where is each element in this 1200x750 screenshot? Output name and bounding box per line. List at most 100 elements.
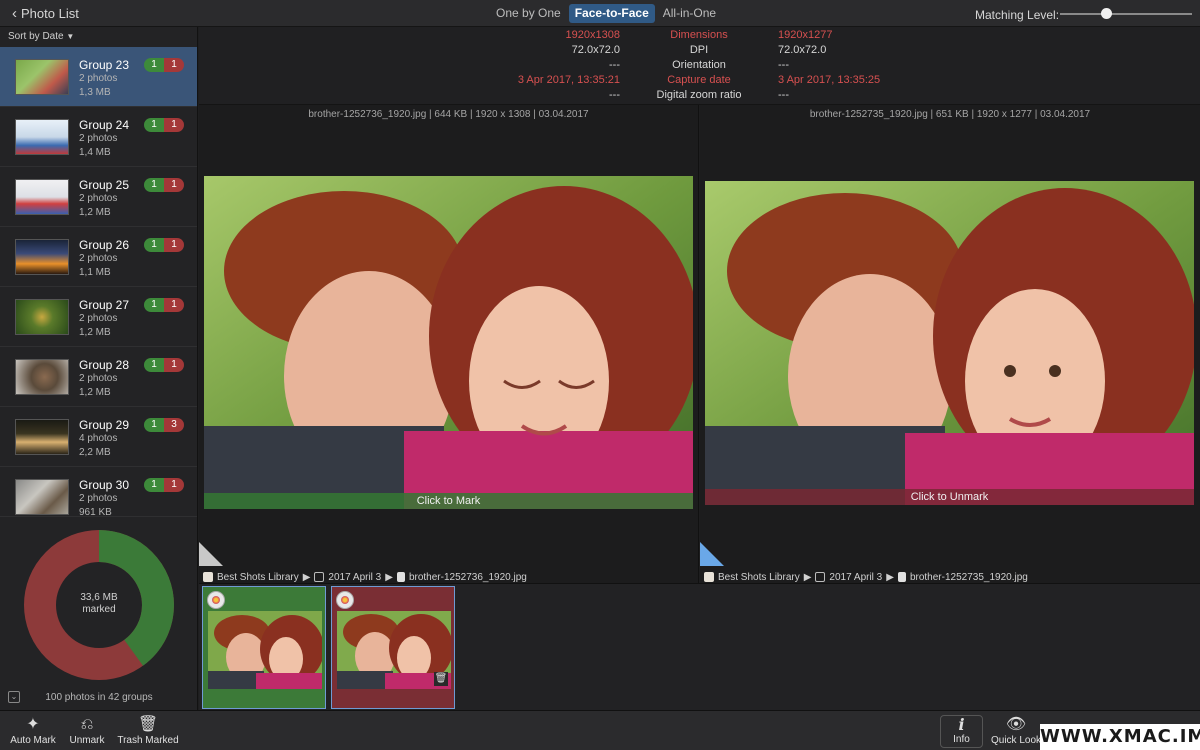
back-to-photo-list-button[interactable]: ‹ Photo List [12,6,79,22]
matching-level-slider[interactable] [1060,13,1192,15]
right-selection-corner-icon [700,542,724,566]
sort-dropdown[interactable]: Sort by Date ▼ [8,31,74,42]
group-item[interactable]: Group 23 2 photos 1,3 MB 1 1 [0,47,197,107]
group-photo-count: 2 photos [79,193,118,204]
group-size: 1,2 MB [79,387,111,398]
breadcrumb-library[interactable]: Best Shots Library [718,572,800,583]
marked-size-donut-chart: 33,6 MB marked [24,530,174,680]
mode-face-to-face[interactable]: Face-to-Face [568,4,655,23]
group-item[interactable]: Group 25 2 photos 1,2 MB 1 1 [0,167,197,227]
keep-count-badge: 1 [144,58,164,72]
auto-mark-button[interactable]: ✦ Auto Mark [10,715,56,746]
group-item[interactable]: Group 27 2 photos 1,2 MB 1 1 [0,287,197,347]
right-value: 72.0x72.0 [778,44,827,56]
left-selection-corner-icon [199,542,223,566]
unmark-label: Unmark [69,735,105,746]
group-photo-count: 2 photos [79,253,118,264]
folder-icon [314,572,325,582]
group-photo-count: 2 photos [79,313,118,324]
group-item[interactable]: Group 26 2 photos 1,1 MB 1 1 [0,227,197,287]
group-thumbnail [15,119,69,155]
photos-summary: 100 photos in 42 groups [45,692,153,703]
group-size: 1,4 MB [79,147,111,158]
donut-caption: marked [82,604,116,615]
trash-count-badge: 1 [164,58,184,72]
breadcrumb-arrow-icon: ▶ [302,571,311,583]
click-to-mark-button[interactable]: Click to Mark [204,493,693,509]
right-photo-pane: brother-1252735_1920.jpg | 651 KB | 1920… [700,105,1200,583]
comparison-info-panel: 1920x1308 Dimensions 1920x1277 72.0x72.0… [199,27,1200,105]
group-thumbnail [15,239,69,275]
breadcrumb-library[interactable]: Best Shots Library [217,572,299,583]
group-size: 961 KB [79,507,112,517]
mode-one-by-one[interactable]: One by One [490,4,567,23]
breadcrumb-arrow-icon: ▶ [803,571,812,583]
group-name: Group 23 [79,58,130,72]
breadcrumb-folder[interactable]: 2017 April 3 [328,572,381,583]
unmark-button[interactable]: ⎌ Unmark [68,715,106,746]
matching-level-slider-thumb[interactable] [1101,8,1113,19]
click-to-unmark-button[interactable]: Click to Unmark [705,489,1194,505]
group-item[interactable]: Group 29 4 photos 2,2 MB 1 3 [0,407,197,467]
photos-library-icon [207,591,225,609]
info-label: Orientation [672,59,726,71]
info-row: --- Digital zoom ratio --- [199,89,1200,104]
group-size: 1,3 MB [79,87,111,98]
group-item[interactable]: Group 28 2 photos 1,2 MB 1 1 [0,347,197,407]
group-size: 2,2 MB [79,447,111,458]
file-icon [897,572,906,582]
unmark-icon: ⎌ [80,716,94,733]
library-icon [203,572,213,582]
group-mark-badges: 1 1 [144,298,184,312]
group-name: Group 24 [79,118,130,132]
group-name: Group 25 [79,178,130,192]
info-row: 1920x1308 Dimensions 1920x1277 [199,29,1200,44]
breadcrumb-file[interactable]: brother-1252735_1920.jpg [910,572,1028,583]
photos-library-icon [336,591,354,609]
eye-icon: 👁 [1005,716,1027,733]
trash-icon[interactable]: 🗑 [434,672,448,686]
matching-level-label: Matching Level: [975,8,1060,22]
trash-count-badge: 1 [164,238,184,252]
trash-count-badge: 1 [164,478,184,492]
breadcrumb-arrow-icon: ▶ [385,571,393,583]
back-label: Photo List [21,6,79,21]
group-photo-count: 2 photos [79,373,118,384]
donut-center-label: 33,6 MB marked [24,592,174,616]
group-mark-badges: 1 3 [144,418,184,432]
right-photo[interactable]: Click to Unmark [705,181,1194,505]
breadcrumb-folder[interactable]: 2017 April 3 [829,572,882,583]
group-photo-count: 2 photos [79,73,118,84]
right-file-info: brother-1252735_1920.jpg | 651 KB | 1920… [809,109,1091,120]
left-file-info: brother-1252736_1920.jpg | 644 KB | 1920… [308,109,589,120]
donut-size: 33,6 MB [80,592,118,603]
group-name: Group 30 [79,478,130,492]
trash-count-badge: 1 [164,298,184,312]
bottom-toolbar: ✦ Auto Mark ⎌ Unmark 🗑 Trash Marked i In… [0,710,1200,750]
trash-count-badge: 1 [164,358,184,372]
trash-marked-button[interactable]: 🗑 Trash Marked [117,715,179,746]
group-thumbnail [15,479,69,515]
trash-icon: 🗑 [137,716,159,733]
info-button[interactable]: i Info [940,715,983,748]
info-row: 72.0x72.0 DPI 72.0x72.0 [199,44,1200,59]
keep-count-badge: 1 [144,118,164,132]
filmstrip-thumbnail [208,611,322,689]
quick-look-button[interactable]: 👁 Quick Look [990,715,1042,746]
breadcrumb-file[interactable]: brother-1252736_1920.jpg [409,572,527,583]
group-name: Group 28 [79,358,130,372]
group-item[interactable]: Group 30 2 photos 961 KB 1 1 [0,467,197,517]
right-photo-image [705,181,1194,505]
group-item[interactable]: Group 24 2 photos 1,4 MB 1 1 [0,107,197,167]
filmstrip-item-kept[interactable] [202,586,326,709]
view-mode-switcher: One by One Face-to-Face All-in-One [490,4,722,23]
keep-count-badge: 1 [144,418,164,432]
left-breadcrumb: Best Shots Library ▶ 2017 April 3 ▶ brot… [203,570,527,584]
left-photo[interactable]: Click to Mark [204,176,693,509]
filmstrip-thumbnail-image [208,611,322,689]
dropdown-arrow-icon: ▼ [66,32,75,41]
group-size: 1,1 MB [79,267,111,278]
filmstrip-item-marked[interactable]: 🗑 [331,586,455,709]
group-thumbnail [15,419,69,455]
mode-all-in-one[interactable]: All-in-One [657,4,722,23]
